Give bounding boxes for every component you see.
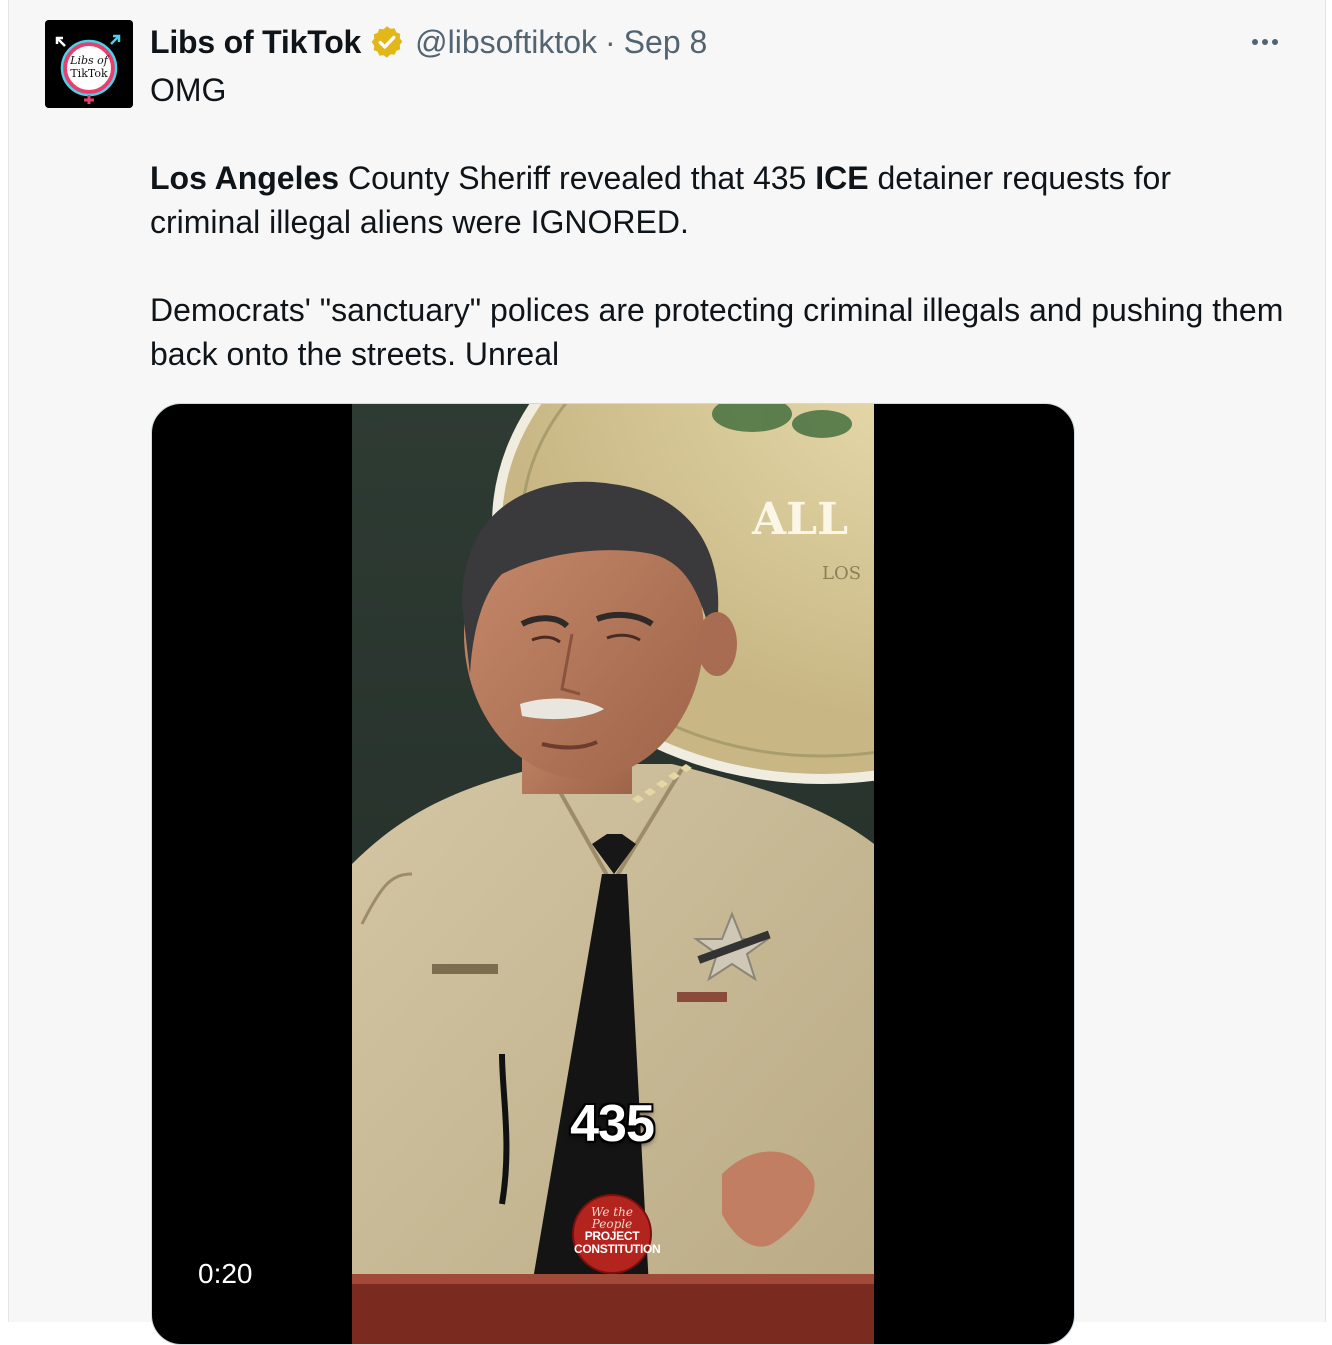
tweet-card[interactable]: Libs of TikTok Libs of TikTok @libsoftik… xyxy=(8,0,1326,1345)
verified-badge-icon[interactable] xyxy=(369,24,405,60)
more-options-button[interactable] xyxy=(1245,24,1285,60)
video-overlay-number: 435 xyxy=(570,1095,655,1153)
header-separator: · xyxy=(605,24,616,60)
bold-ice: ICE xyxy=(815,160,869,196)
avatar-text-line1: Libs of xyxy=(69,54,110,67)
tweet-header: Libs of TikTok @libsoftiktok · Sep 8 xyxy=(150,22,707,62)
more-horizontal-icon xyxy=(1252,39,1258,45)
watermark-top-text: We the People xyxy=(591,1205,633,1231)
watermark-line2: CONSTITUTION xyxy=(574,1242,661,1256)
background-sign-subtext: LOS xyxy=(822,563,861,584)
more-dot xyxy=(1272,39,1278,45)
tweet-text: OMG Los Angeles County Sheriff revealed … xyxy=(150,68,1290,376)
tweet-text-para2: Los Angeles County Sheriff revealed that… xyxy=(150,156,1290,244)
video-player[interactable]: ALL LOS 435 We the People PROJECT CONSTI… xyxy=(151,403,1075,1345)
bold-los-angeles: Los Angeles xyxy=(150,160,340,196)
tweet-text-line1: OMG xyxy=(150,72,227,108)
background-sign-text: ALL xyxy=(751,494,848,545)
author-handle[interactable]: @libsoftiktok xyxy=(415,22,597,62)
project-constitution-watermark: We the People PROJECT CONSTITUTION xyxy=(572,1194,661,1274)
avatar-text-line2: TikTok xyxy=(70,67,108,80)
avatar-logo-icon: Libs of TikTok xyxy=(45,20,133,108)
tweet-date[interactable]: Sep 8 xyxy=(624,22,708,62)
para2-part2: County Sheriff revealed that 435 xyxy=(339,160,816,196)
video-frame[interactable]: ALL LOS 435 We the People PROJECT CONSTI… xyxy=(352,404,874,1344)
tweet-text-para3: Democrats' "sanctuary" polices are prote… xyxy=(150,292,1284,372)
more-dot xyxy=(1262,39,1268,45)
video-duration-badge: 0:20 xyxy=(182,1254,269,1294)
author-name[interactable]: Libs of TikTok xyxy=(150,22,361,62)
avatar[interactable]: Libs of TikTok xyxy=(45,20,133,108)
